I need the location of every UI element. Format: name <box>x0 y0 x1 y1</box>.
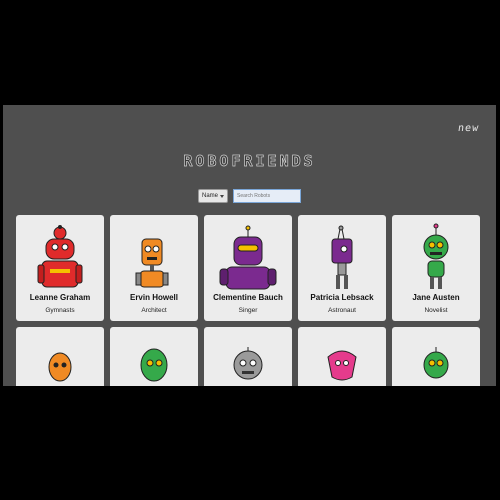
robot-card[interactable] <box>392 327 480 386</box>
robot-avatar-icon <box>423 223 449 289</box>
robot-name: Clementine Bauch <box>213 293 283 302</box>
robot-avatar-icon <box>140 348 168 382</box>
robot-avatar-icon <box>135 238 169 288</box>
robot-avatar-icon <box>423 347 449 379</box>
robofriends-app: new ROBOFRIENDS Name Leanne Graham Gymna… <box>3 105 496 386</box>
search-input[interactable] <box>233 189 301 203</box>
filter-select-value: Name <box>201 193 218 199</box>
robot-card[interactable]: Jane Austen Novelist <box>392 215 480 321</box>
filter-bar: Name <box>3 189 496 203</box>
robot-avatar-icon <box>219 225 277 290</box>
filter-select[interactable]: Name <box>197 189 228 203</box>
robot-card[interactable] <box>204 327 292 386</box>
page-title: ROBOFRIENDS <box>183 152 316 171</box>
robot-name: Patricia Lebsack <box>310 293 374 302</box>
robot-job: Gymnasts <box>45 307 75 314</box>
robot-card[interactable] <box>298 327 386 386</box>
robot-card[interactable] <box>16 327 104 386</box>
robot-card[interactable]: Patricia Lebsack Astronaut <box>298 215 386 321</box>
robot-name: Leanne Graham <box>29 293 91 302</box>
robot-name: Jane Austen <box>412 293 460 302</box>
robot-name: Ervin Howell <box>129 293 178 302</box>
robot-avatar-icon <box>327 350 357 381</box>
robot-avatar-icon <box>37 225 83 288</box>
chevron-down-icon <box>220 194 224 198</box>
robot-card[interactable]: Leanne Graham Gymnasts <box>16 215 104 321</box>
robot-avatar-icon <box>331 225 353 289</box>
robot-job: Novelist <box>424 307 448 314</box>
robot-avatar-icon <box>48 352 72 382</box>
robot-job: Architect <box>141 307 167 314</box>
robot-card[interactable] <box>110 327 198 386</box>
robot-job: Astronaut <box>328 307 356 314</box>
robot-card[interactable]: Clementine Bauch Singer <box>204 215 292 321</box>
new-link[interactable]: new <box>457 123 480 134</box>
robot-card[interactable]: Ervin Howell Architect <box>110 215 198 321</box>
robot-avatar-icon <box>233 347 263 380</box>
robot-job: Singer <box>238 307 258 314</box>
